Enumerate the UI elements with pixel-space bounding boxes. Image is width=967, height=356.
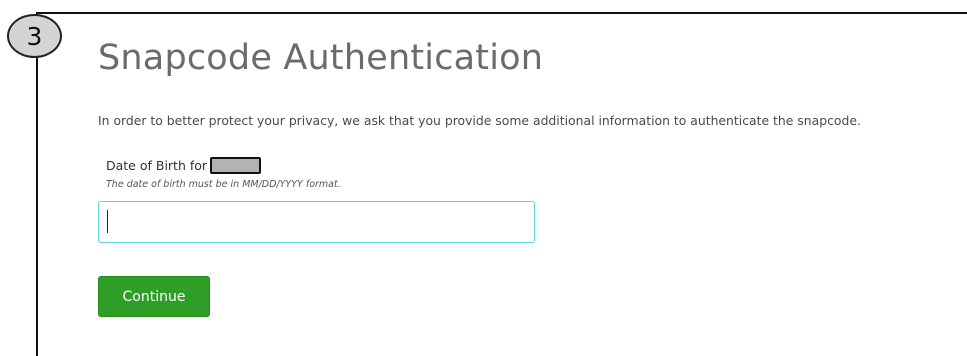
dob-field-label: Date of Birth for [106, 157, 262, 174]
dob-label-text: Date of Birth for [106, 158, 208, 173]
page-title: Snapcode Authentication [98, 38, 544, 78]
text-cursor [107, 210, 108, 233]
dob-format-hint: The date of birth must be in MM/DD/YYYY … [106, 179, 341, 190]
intro-text: In order to better protect your privacy,… [98, 113, 861, 128]
frame-top-border [36, 12, 967, 14]
redacted-name-box [210, 157, 262, 174]
date-of-birth-input[interactable] [98, 201, 535, 243]
frame-left-border [36, 12, 38, 356]
continue-button[interactable]: Continue [98, 276, 210, 317]
step-number: 3 [26, 21, 43, 51]
step-number-badge: 3 [7, 14, 62, 58]
